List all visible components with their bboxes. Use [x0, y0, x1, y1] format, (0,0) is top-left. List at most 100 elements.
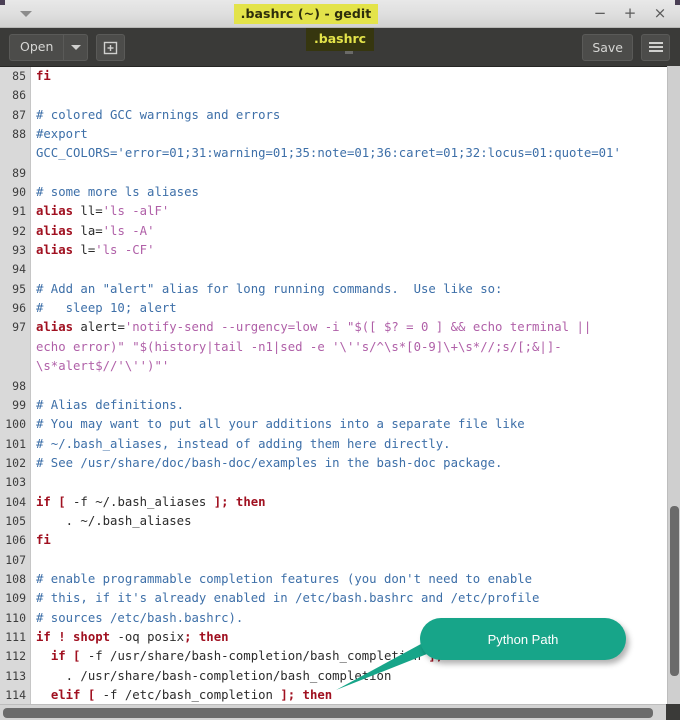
code-line[interactable]: alias ll='ls -alF'	[36, 202, 667, 221]
vertical-scrollbar[interactable]	[667, 66, 680, 704]
open-dropdown-button[interactable]	[63, 33, 89, 61]
code-line[interactable]: # sleep 10; alert	[36, 299, 667, 318]
code-line[interactable]: if [ -f ~/.bash_aliases ]; then	[36, 493, 667, 512]
window-title: .bashrc (~) - gedit	[233, 3, 379, 24]
code-line[interactable]: fi	[36, 67, 667, 86]
code-line[interactable]	[36, 260, 667, 279]
line-number: 88	[12, 127, 26, 142]
window-menu-button[interactable]	[0, 0, 52, 28]
source-code[interactable]: fi # colored GCC warnings and errors #expo…	[31, 67, 667, 705]
code-line[interactable]: alias la='ls -A'	[36, 222, 667, 241]
line-number	[0, 144, 30, 163]
code-line-content: # ~/.bash_aliases, instead of adding the…	[36, 437, 451, 451]
code-line[interactable]: # colored GCC warnings and errors	[36, 106, 667, 125]
code-line[interactable]: alias l='ls -CF'	[36, 241, 667, 260]
code-line[interactable]: # See /usr/share/doc/bash-doc/examples i…	[36, 454, 667, 473]
text-view[interactable]: 85 86 87 88 89 90 91 92 93 94 95 96 97 98 99 100 101 10…	[0, 67, 667, 705]
horizontal-scrollbar[interactable]	[0, 704, 680, 720]
code-token: alias	[36, 243, 74, 258]
code-line[interactable]: echo error)" "$(history|tail -n1|sed -e …	[36, 338, 667, 357]
code-line[interactable]	[36, 551, 667, 570]
code-line[interactable]: # You may want to put all your additions…	[36, 415, 667, 434]
code-line-content: # colored GCC warnings and errors	[36, 108, 280, 122]
code-line-content: # enable programmable completion feature…	[36, 572, 532, 586]
code-token: alias	[36, 320, 74, 335]
code-line-content: if ! shopt -oq posix; then	[36, 630, 229, 644]
code-line[interactable]: \s*alert$//'\'')"'	[36, 357, 667, 376]
code-token: elif [	[50, 688, 96, 702]
code-line[interactable]: alias alert='notify-send --urgency=low -…	[36, 318, 667, 337]
hamburger-menu-icon-line2	[648, 46, 663, 48]
maximize-button[interactable]: +	[623, 6, 637, 21]
code-line-content: # some more ls aliases	[36, 185, 199, 199]
line-number: 87	[12, 107, 26, 122]
code-line[interactable]	[36, 377, 667, 396]
code-line-content: if [ -f ~/.bash_aliases ]; then	[36, 495, 266, 509]
code-line[interactable]: # enable programmable completion feature…	[36, 570, 667, 589]
chevron-down-icon	[20, 10, 32, 17]
code-line-content: elif [ -f /etc/bash_completion ]; then	[36, 688, 332, 702]
code-token: #export	[36, 127, 88, 142]
line-number: 97	[12, 320, 26, 335]
code-token: . ~/.bash_aliases	[36, 513, 192, 528]
code-line-content: fi	[36, 533, 51, 547]
title-bar: .bashrc (~) - gedit − + ×	[0, 0, 680, 28]
code-line[interactable]: # Alias definitions.	[36, 396, 667, 415]
hamburger-menu-button[interactable]	[641, 33, 670, 61]
code-token: if [	[36, 494, 66, 509]
code-token: # ~/.bash_aliases, instead of adding the…	[36, 436, 451, 451]
code-line[interactable]: # Add an "alert" alias for long running …	[36, 280, 667, 299]
line-number: 89	[12, 165, 26, 180]
code-line[interactable]: GCC_COLORS='error=01;31:warning=01;35:no…	[36, 144, 667, 163]
code-token: if [	[50, 649, 81, 664]
minimize-button[interactable]: −	[593, 6, 607, 21]
code-line[interactable]: # ~/.bash_aliases, instead of adding the…	[36, 435, 667, 454]
code-token: # See /usr/share/doc/bash-doc/examples i…	[36, 455, 503, 470]
line-number: 107	[5, 552, 26, 567]
code-line[interactable]: fi	[36, 531, 667, 550]
line-number: 114	[5, 688, 26, 702]
window-title-tooltip: .bashrc	[306, 28, 375, 51]
code-line-content: alias alert='notify-send --urgency=low -…	[36, 320, 591, 334]
code-line[interactable]: #export	[36, 125, 667, 144]
code-token: l=	[73, 243, 96, 258]
code-token: ];	[213, 494, 229, 509]
code-line[interactable]	[36, 86, 667, 105]
code-token: 'notify-send --urgency=low -i "$([ $? = …	[124, 320, 592, 335]
code-token: ];	[280, 688, 296, 702]
line-number: 90	[12, 185, 26, 200]
save-button[interactable]: Save	[582, 33, 633, 61]
code-line[interactable]: . ~/.bash_aliases	[36, 512, 667, 531]
code-token: 'ls -alF'	[102, 204, 170, 219]
line-number	[0, 338, 30, 357]
line-number-gutter: 85 86 87 88 89 90 91 92 93 94 95 96 97 98 99 100 101 10…	[0, 67, 31, 705]
window-controls: − + ×	[560, 0, 680, 28]
code-line[interactable]	[36, 473, 667, 492]
vertical-scrollbar-thumb[interactable]	[670, 506, 679, 676]
new-document-button[interactable]	[96, 33, 126, 61]
code-line-content: alias ll='ls -alF'	[36, 204, 169, 218]
code-token: ;	[184, 629, 192, 644]
code-line-content: fi	[36, 69, 51, 83]
code-line[interactable]: # some more ls aliases	[36, 183, 667, 202]
code-token: 'ls -CF'	[95, 243, 155, 258]
code-line[interactable]	[36, 164, 667, 183]
code-token: # enable programmable completion feature…	[36, 571, 533, 586]
code-token: alias	[36, 223, 74, 238]
line-number: 103	[5, 475, 26, 490]
open-button[interactable]: Open	[9, 33, 64, 61]
code-token: 'ls -A'	[102, 223, 155, 238]
hamburger-menu-icon	[648, 42, 663, 44]
line-number: 95	[12, 281, 26, 296]
code-token: fi	[36, 533, 51, 548]
close-button[interactable]: ×	[653, 6, 667, 21]
gedit-window: .bashrc (~) - gedit − + × Open Save .bas…	[0, 0, 680, 720]
horizontal-scrollbar-thumb[interactable]	[3, 708, 653, 718]
code-token: GCC_COLORS='error=01;31:warning=01;35:no…	[36, 146, 621, 161]
code-line[interactable]: # this, if it's already enabled in /etc/…	[36, 589, 667, 608]
code-token: ll=	[73, 204, 103, 219]
code-line-content: # Add an "alert" alias for long running …	[36, 282, 502, 296]
code-line-content: echo error)" "$(history|tail -n1|sed -e …	[36, 340, 562, 354]
